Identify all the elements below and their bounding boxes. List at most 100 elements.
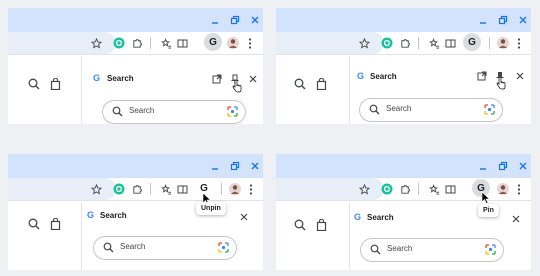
grammarly-icon: [113, 183, 125, 195]
page-search-button[interactable]: [292, 76, 308, 92]
profile-avatar-button[interactable]: [225, 35, 241, 51]
search-side-panel: G Search Search: [349, 56, 531, 124]
pin-tooltip: Pin: [478, 204, 499, 217]
page-search-button[interactable]: [26, 76, 42, 92]
side-panel-title: Search: [367, 213, 394, 222]
google-toolbar-button[interactable]: G: [204, 33, 222, 51]
shopping-bag-button[interactable]: [47, 76, 63, 92]
close-side-panel-button[interactable]: [245, 71, 261, 87]
screenshot-panel-bottom-right: G G Search Search Pin: [276, 154, 531, 270]
reading-list-button[interactable]: [158, 35, 174, 51]
close-icon: [516, 72, 524, 80]
grammarly-icon: [113, 37, 125, 49]
search-icon: [294, 219, 306, 231]
close-side-panel-button[interactable]: [508, 211, 524, 227]
side-panel-search-box[interactable]: Search: [359, 98, 503, 122]
close-icon: [240, 213, 248, 221]
profile-avatar-button[interactable]: [495, 35, 511, 51]
shopping-bag-button[interactable]: [47, 216, 63, 232]
toolbar-separator: [489, 37, 490, 49]
close-side-panel-button[interactable]: [512, 68, 528, 84]
extensions-button[interactable]: [129, 35, 145, 51]
side-panel-icon: [177, 39, 187, 47]
bookmark-star-button[interactable]: [88, 181, 104, 197]
grammarly-extension-button[interactable]: [379, 35, 395, 51]
close-window-button[interactable]: [244, 154, 263, 178]
minimize-button[interactable]: [472, 8, 494, 32]
side-panel-button[interactable]: [174, 35, 190, 51]
restore-button[interactable]: [492, 154, 514, 178]
bookmark-star-button[interactable]: [356, 35, 372, 51]
page-search-button[interactable]: [292, 217, 308, 233]
restore-button[interactable]: [224, 8, 246, 32]
open-in-new-tab-button[interactable]: [474, 68, 490, 84]
toolbar-separator: [221, 183, 222, 195]
reading-list-button[interactable]: [158, 181, 174, 197]
google-lens-icon[interactable]: [485, 244, 496, 255]
profile-avatar-button[interactable]: [227, 181, 243, 197]
bookmark-star-button[interactable]: [356, 181, 372, 197]
close-icon: [519, 16, 527, 24]
minimize-button[interactable]: [204, 8, 226, 32]
extensions-button[interactable]: [397, 35, 413, 51]
close-icon: [512, 215, 520, 223]
restore-button[interactable]: [224, 154, 246, 178]
search-icon: [370, 244, 381, 255]
search-icon: [294, 78, 306, 90]
grammarly-extension-button[interactable]: [111, 35, 127, 51]
close-side-panel-button[interactable]: [236, 209, 252, 225]
chrome-menu-button[interactable]: [511, 35, 527, 51]
page-search-button[interactable]: [26, 216, 42, 232]
close-window-button[interactable]: [512, 154, 531, 178]
close-window-button[interactable]: [512, 8, 531, 32]
avatar-icon: [227, 37, 239, 49]
chrome-menu-button[interactable]: [242, 35, 258, 51]
side-panel-button[interactable]: [442, 181, 458, 197]
puzzle-icon: [400, 184, 410, 194]
restore-button[interactable]: [492, 8, 514, 32]
side-panel-search-box[interactable]: Search: [360, 238, 504, 262]
side-panel-button[interactable]: [442, 35, 458, 51]
grammarly-extension-button[interactable]: [111, 181, 127, 197]
google-lens-icon[interactable]: [218, 242, 229, 253]
toolbar-divider: [8, 54, 263, 55]
hand-cursor-icon: [496, 77, 506, 90]
toolbar-divider: [276, 200, 531, 201]
close-window-button[interactable]: [244, 8, 263, 32]
more-vert-icon: [517, 37, 521, 49]
shopping-bag-icon: [50, 78, 60, 90]
search-icon: [28, 218, 40, 230]
google-lens-icon[interactable]: [484, 104, 495, 115]
reading-list-button[interactable]: [426, 181, 442, 197]
search-icon: [28, 78, 40, 90]
extensions-button[interactable]: [397, 181, 413, 197]
side-panel-title: Search: [100, 211, 127, 220]
screenshot-panel-top-right: G G Search Search: [276, 8, 531, 124]
bookmark-star-button[interactable]: [88, 35, 104, 51]
shopping-bag-button[interactable]: [313, 76, 329, 92]
extensions-button[interactable]: [129, 181, 145, 197]
chrome-menu-button[interactable]: [511, 181, 527, 197]
search-placeholder: Search: [120, 242, 146, 251]
grammarly-icon: [381, 37, 393, 49]
toolbar-divider: [8, 200, 263, 201]
side-panel-search-box[interactable]: Search: [93, 236, 237, 260]
google-lens-icon[interactable]: [227, 106, 238, 117]
side-panel-search-box[interactable]: Search: [102, 100, 246, 124]
toolbar-separator: [150, 183, 151, 195]
open-in-new-tab-button[interactable]: [209, 71, 225, 87]
side-panel-button[interactable]: [174, 181, 190, 197]
close-icon: [519, 162, 527, 170]
side-panel-title: Search: [107, 74, 134, 83]
minimize-button[interactable]: [472, 154, 494, 178]
grammarly-extension-button[interactable]: [379, 181, 395, 197]
profile-avatar-button[interactable]: [495, 181, 511, 197]
reading-list-button[interactable]: [426, 35, 442, 51]
shopping-bag-button[interactable]: [313, 217, 329, 233]
chrome-menu-button[interactable]: [243, 181, 259, 197]
more-vert-icon: [517, 183, 521, 195]
side-panel-google-logo: G: [93, 73, 101, 83]
more-vert-icon: [248, 37, 252, 49]
minimize-button[interactable]: [204, 154, 226, 178]
google-toolbar-button[interactable]: G: [463, 33, 481, 51]
